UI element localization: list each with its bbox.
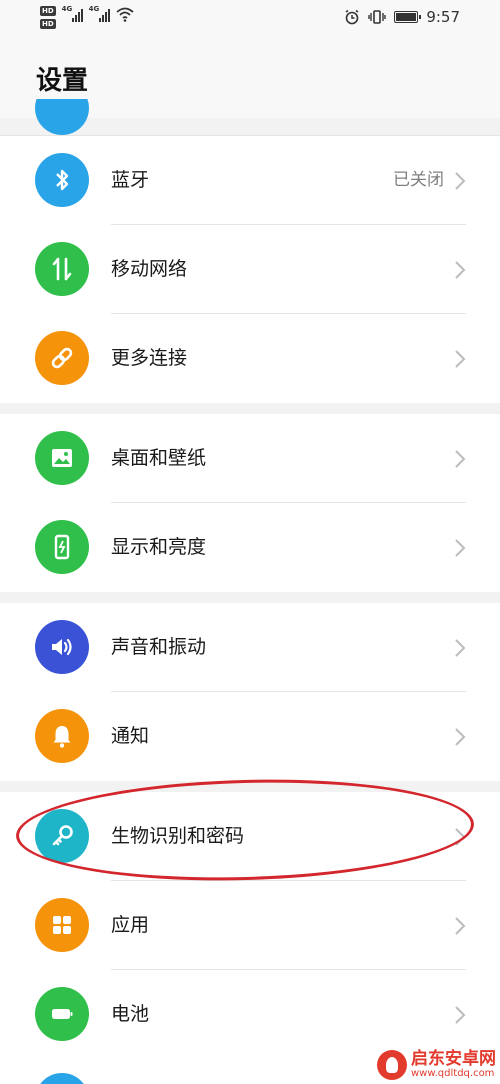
- settings-item-label: 声音和振动: [111, 636, 207, 658]
- chevron-right-icon: [455, 917, 466, 935]
- chevron-right-icon: [455, 539, 466, 557]
- settings-item-more-connections[interactable]: 更多连接: [0, 314, 500, 403]
- settings-item-sound[interactable]: 声音和振动: [0, 603, 500, 692]
- settings-group-display: 桌面和壁纸 显示和亮度: [0, 414, 500, 592]
- hd-badge: HD: [40, 6, 56, 16]
- scrolled-item-icon: [35, 99, 89, 135]
- wallpaper-icon: [35, 431, 89, 485]
- settings-item-value: 已关闭: [393, 170, 444, 190]
- settings-item-label: 应用: [111, 914, 150, 936]
- watermark: 启东安卓网 www.qdltdq.com: [377, 1050, 496, 1080]
- mobile-data-icon: [35, 242, 89, 296]
- settings-item-notifications[interactable]: 通知: [0, 692, 500, 781]
- settings-item-wallpaper[interactable]: 桌面和壁纸: [0, 414, 500, 503]
- settings-item-label: 更多连接: [111, 347, 188, 369]
- settings-item-label: 显示和亮度: [111, 536, 207, 558]
- chevron-right-icon: [455, 350, 466, 368]
- chevron-right-icon: [455, 261, 466, 279]
- settings-group-connections: 蓝牙 已关闭 移动网络 更多连接: [0, 135, 500, 403]
- chevron-right-icon: [455, 1006, 466, 1024]
- clock: 9:57: [426, 8, 460, 26]
- chevron-right-icon: [455, 172, 466, 190]
- battery-status-icon: [394, 11, 422, 23]
- apps-icon: [35, 898, 89, 952]
- settings-item-label: 移动网络: [111, 258, 188, 280]
- bell-icon: [35, 709, 89, 763]
- settings-item-label: 蓝牙: [111, 169, 150, 191]
- alarm-icon: [345, 9, 359, 25]
- settings-item-bluetooth[interactable]: 蓝牙 已关闭: [0, 136, 500, 225]
- status-left: HD HD 4G 4G: [40, 5, 134, 29]
- settings-item-mobile-network[interactable]: 移动网络: [0, 225, 500, 314]
- next-item-icon-partial: [35, 1073, 89, 1084]
- watermark-text: 启东安卓网 www.qdltdq.com: [411, 1048, 496, 1079]
- link-icon: [35, 331, 89, 385]
- settings-item-biometrics-password[interactable]: 生物识别和密码: [0, 792, 500, 881]
- chevron-right-icon: [455, 828, 466, 846]
- watermark-logo-icon: [377, 1050, 407, 1080]
- chevron-right-icon: [455, 450, 466, 468]
- battery-icon: [35, 987, 89, 1041]
- key-icon: [35, 809, 89, 863]
- settings-item-label: 通知: [111, 725, 150, 747]
- watermark-url: www.qdltdq.com: [411, 1067, 495, 1079]
- display-icon: [35, 520, 89, 574]
- volume-icon: [35, 620, 89, 674]
- settings-item-label: 电池: [111, 1003, 150, 1025]
- bluetooth-icon: [35, 153, 89, 207]
- wifi-icon: [116, 7, 134, 22]
- status-bar: HD HD 4G 4G 9:57: [0, 0, 500, 40]
- watermark-name: 启东安卓网: [411, 1048, 496, 1069]
- vibrate-icon: [368, 10, 387, 24]
- settings-group-sound: 声音和振动 通知: [0, 603, 500, 781]
- chevron-right-icon: [455, 639, 466, 657]
- hd-badges: HD HD: [40, 6, 56, 29]
- network-type: 4G: [61, 5, 73, 13]
- settings-item-display[interactable]: 显示和亮度: [0, 503, 500, 592]
- settings-item-apps[interactable]: 应用: [0, 881, 500, 970]
- signal-icon: 4G: [61, 5, 83, 22]
- signal-icon: 4G: [88, 5, 110, 22]
- settings-item-battery[interactable]: 电池: [0, 970, 500, 1059]
- page-title: 设置: [36, 66, 89, 96]
- settings-group-security: 生物识别和密码 应用 电池: [0, 792, 500, 1084]
- network-type: 4G: [88, 5, 100, 13]
- settings-item-label: 生物识别和密码: [111, 825, 245, 847]
- chevron-right-icon: [455, 728, 466, 746]
- hd-badge: HD: [40, 19, 56, 29]
- status-right: 9:57: [344, 8, 460, 26]
- settings-item-label: 桌面和壁纸: [111, 447, 207, 469]
